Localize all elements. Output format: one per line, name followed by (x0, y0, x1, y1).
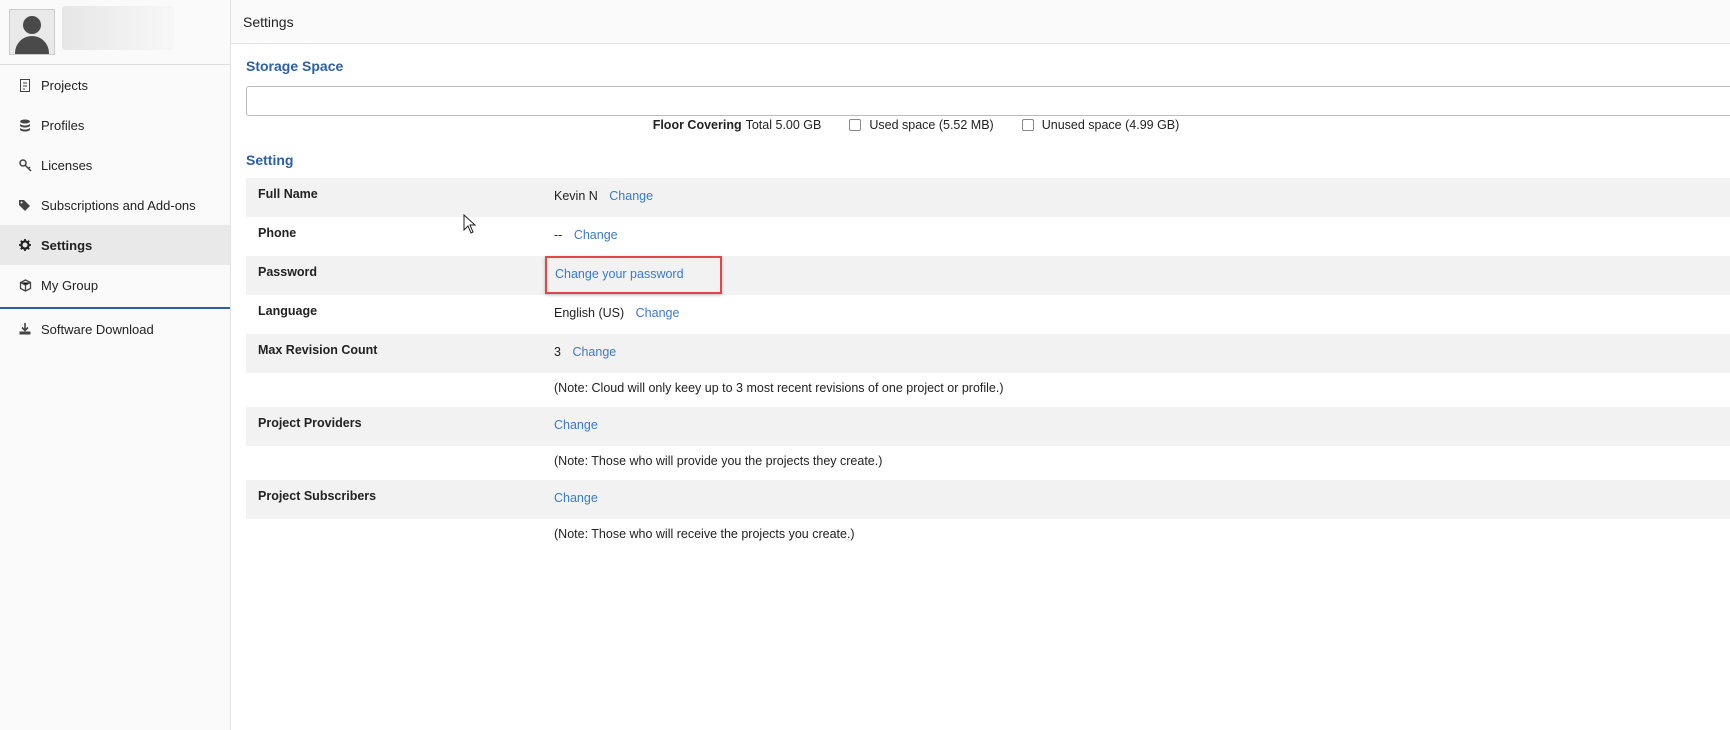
setting-label: Project Providers (246, 407, 554, 446)
storage-usage-bar (246, 86, 1730, 116)
change-language-link[interactable]: Change (636, 306, 680, 320)
cubes-icon (18, 278, 32, 292)
gear-icon (18, 238, 32, 252)
sidebar-item-profiles[interactable]: Profiles (0, 105, 230, 145)
unused-space-label: Unused space (4.99 GB) (1041, 118, 1180, 132)
project-file-icon (18, 78, 32, 92)
change-subscribers-link[interactable]: Change (554, 491, 598, 505)
change-max-revision-link[interactable]: Change (572, 345, 616, 359)
database-icon (18, 118, 32, 132)
setting-note-subscribers: (Note: Those who will receive the projec… (246, 519, 1730, 553)
setting-label: Password (246, 256, 554, 295)
storage-legend: Floor Covering Total 5.00 GB Used space … (231, 118, 1581, 132)
page-title: Settings (243, 13, 294, 30)
highlight-box: Change your password (545, 256, 722, 294)
sidebar-item-label: My Group (41, 277, 99, 293)
key-icon (18, 158, 32, 172)
storage-total: Total 5.00 GB (745, 118, 822, 132)
sidebar-item-my-group[interactable]: My Group (0, 265, 230, 305)
max-revision-note: (Note: Cloud will only keey up to 3 most… (554, 381, 1004, 395)
full-name-value: Kevin N (554, 189, 598, 203)
setting-row-password: Password Change your password (246, 256, 1730, 295)
sidebar-item-label: Subscriptions and Add-ons (41, 197, 196, 213)
used-space-label: Used space (5.52 MB) (869, 118, 994, 132)
settings-table: Full Name Kevin N Change Phone -- Change… (246, 178, 1730, 553)
tags-icon (18, 198, 32, 212)
sidebar-item-licenses[interactable]: Licenses (0, 145, 230, 185)
sidebar-item-label: Software Download (41, 321, 154, 337)
setting-note-providers: (Note: Those who will provide you the pr… (246, 446, 1730, 480)
storage-name: Floor Covering (652, 118, 742, 132)
sidebar: Projects Profiles Licenses Subscriptions… (0, 0, 231, 730)
providers-note: (Note: Those who will provide you the pr… (554, 454, 883, 468)
sidebar-item-software-download[interactable]: Software Download (0, 309, 230, 349)
setting-label: Full Name (246, 178, 554, 217)
setting-row-project-subscribers: Project Subscribers Change (246, 480, 1730, 519)
user-name-blurred (62, 6, 174, 50)
setting-note-max-revision: (Note: Cloud will only keey up to 3 most… (246, 373, 1730, 407)
change-providers-link[interactable]: Change (554, 418, 598, 432)
sidebar-item-label: Settings (41, 237, 93, 253)
setting-row-max-revision: Max Revision Count 3 Change (246, 334, 1730, 373)
sidebar-item-projects[interactable]: Projects (0, 65, 230, 105)
setting-row-language: Language English (US) Change (246, 295, 1730, 334)
setting-row-full-name: Full Name Kevin N Change (246, 178, 1730, 217)
page-header: Settings (231, 0, 1730, 44)
sidebar-item-label: Projects (41, 77, 88, 93)
avatar[interactable] (9, 9, 55, 55)
setting-label: Max Revision Count (246, 334, 554, 373)
change-full-name-link[interactable]: Change (609, 189, 653, 203)
setting-row-project-providers: Project Providers Change (246, 407, 1730, 446)
phone-value: -- (554, 228, 563, 242)
storage-space-title: Storage Space (246, 58, 344, 74)
setting-label: Language (258, 304, 318, 318)
setting-section-title: Setting (246, 152, 294, 168)
sidebar-item-label: Profiles (41, 117, 85, 133)
setting-label: Project Subscribers (246, 480, 554, 519)
language-value: English (US) (554, 306, 625, 320)
download-icon (18, 322, 32, 336)
profile-header (0, 0, 230, 65)
sidebar-item-settings[interactable]: Settings (0, 225, 230, 265)
main-content: Settings Storage Space Floor Covering To… (231, 0, 1730, 730)
change-password-link[interactable]: Change your password (555, 267, 684, 281)
setting-label: Phone (258, 226, 297, 240)
change-phone-link[interactable]: Change (574, 228, 618, 242)
used-space-checkbox[interactable] (849, 119, 862, 131)
sidebar-item-subscriptions[interactable]: Subscriptions and Add-ons (0, 185, 230, 225)
max-revision-value: 3 (554, 345, 561, 359)
sidebar-item-label: Licenses (41, 157, 93, 173)
subscribers-note: (Note: Those who will receive the projec… (554, 527, 855, 541)
unused-space-checkbox[interactable] (1021, 119, 1034, 131)
